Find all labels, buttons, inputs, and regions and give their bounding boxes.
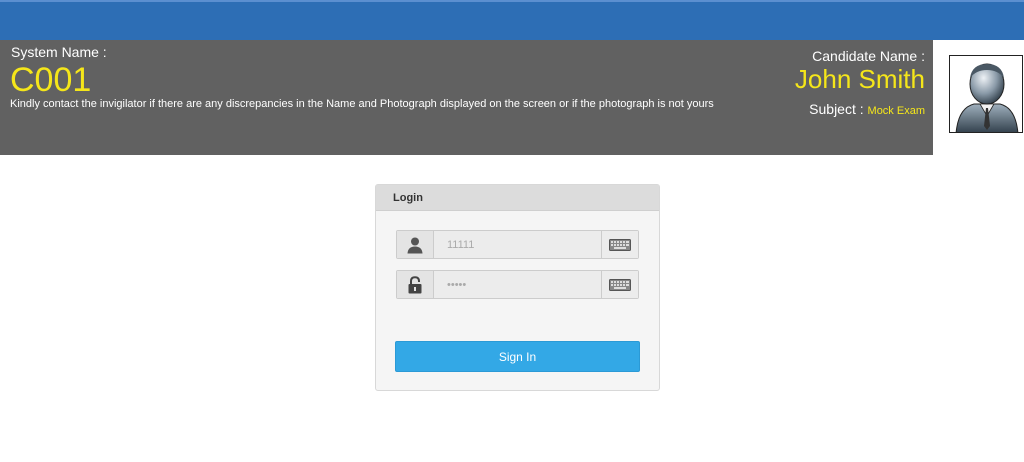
candidate-photo-box: [933, 40, 1024, 155]
candidate-header: System Name : C001 Kindly contact the in…: [0, 40, 1024, 155]
candidate-photo: [949, 55, 1023, 133]
password-field: [396, 270, 639, 299]
subject-label: Subject :: [809, 101, 868, 117]
top-bar: [0, 0, 1024, 40]
login-title: Login: [376, 185, 659, 211]
candidate-name-label: Candidate Name :: [812, 48, 925, 64]
subject-line: Subject : Mock Exam: [809, 101, 925, 117]
username-input[interactable]: [435, 231, 601, 258]
password-input[interactable]: [435, 271, 601, 298]
username-field: [396, 230, 639, 259]
invigilator-notice: Kindly contact the invigilator if there …: [10, 98, 714, 110]
keyboard-icon[interactable]: [601, 271, 638, 298]
lock-icon: [397, 271, 434, 298]
system-name-label: System Name :: [11, 44, 107, 60]
keyboard-icon[interactable]: [601, 231, 638, 258]
user-avatar-icon: [955, 63, 1019, 132]
login-panel: Login Sign In: [375, 184, 660, 391]
subject-value: Mock Exam: [867, 105, 925, 117]
candidate-name-value: John Smith: [794, 64, 925, 94]
user-icon: [397, 231, 434, 258]
system-name-value: C001: [10, 61, 92, 99]
sign-in-button[interactable]: Sign In: [395, 341, 640, 372]
